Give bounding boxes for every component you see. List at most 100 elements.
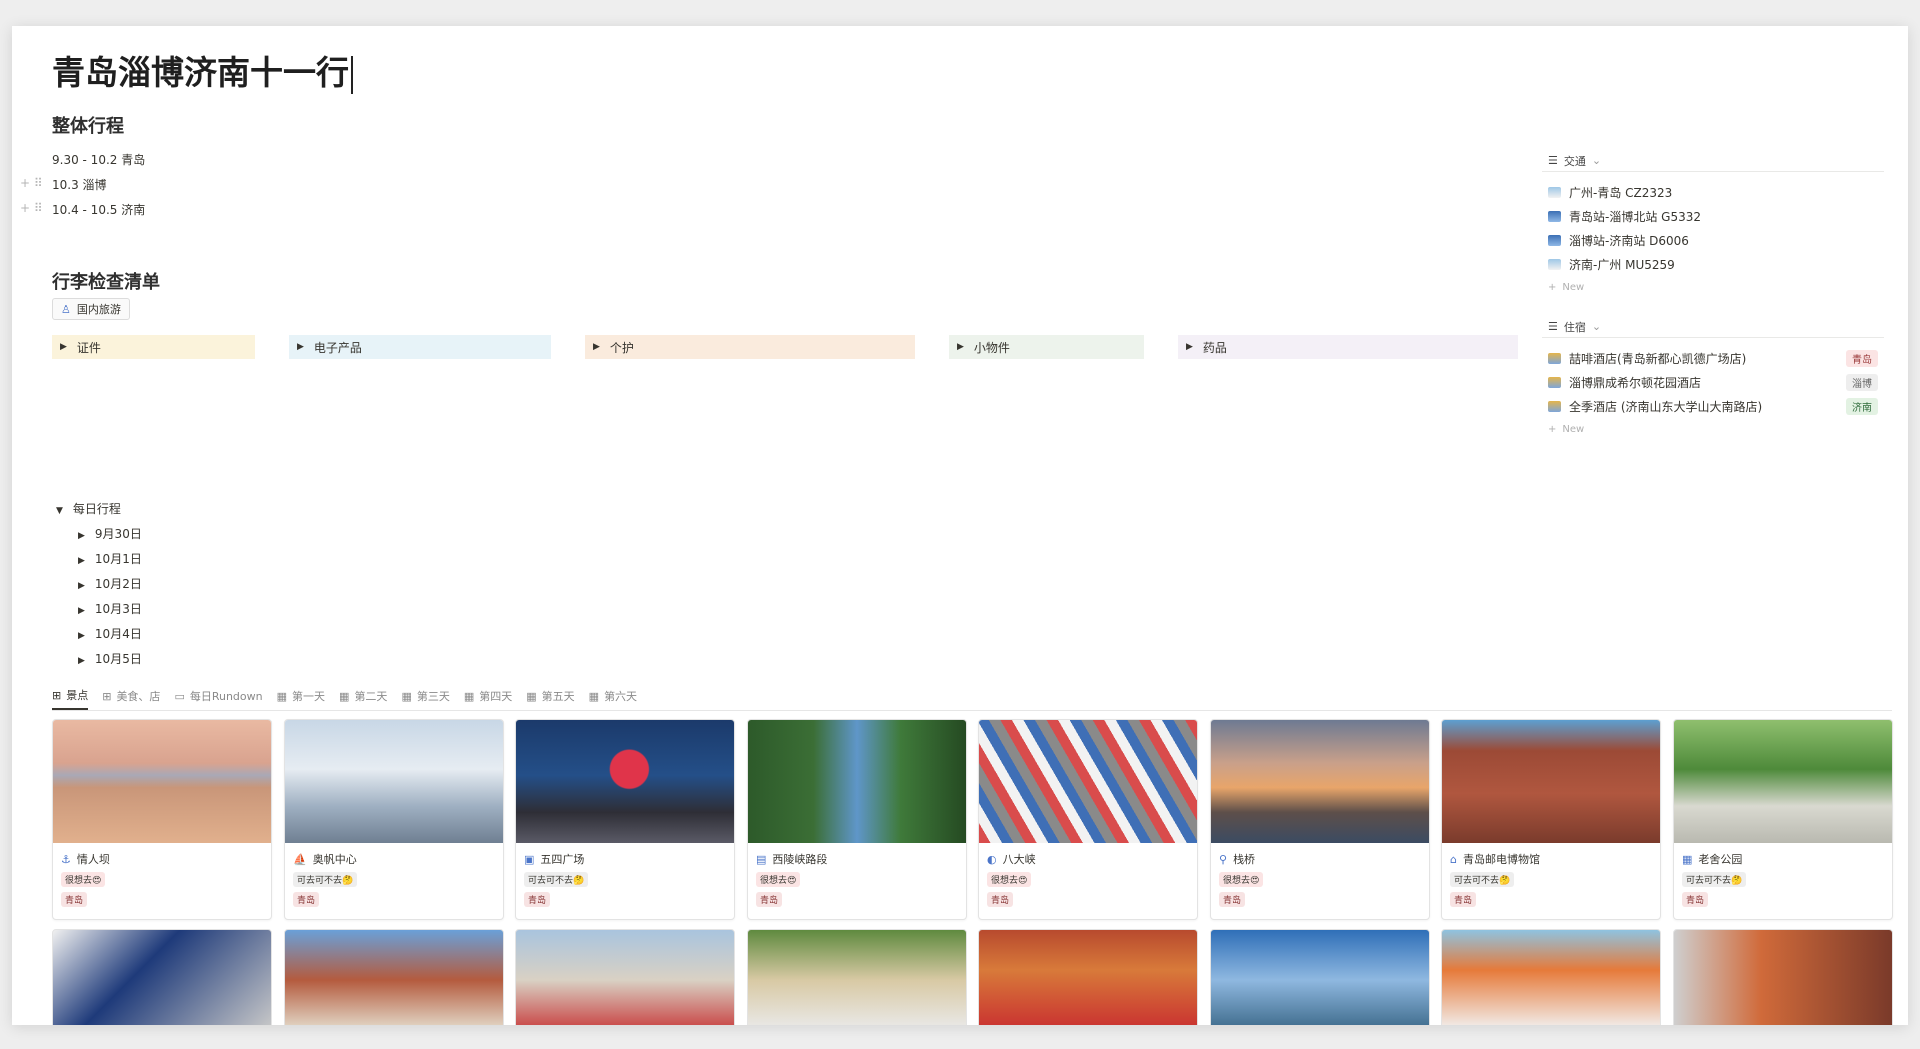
- plane-icon: [1548, 186, 1561, 198]
- gallery-card[interactable]: ⚲ 栈桥 很想去😍 青岛: [1210, 719, 1430, 920]
- gallery-card-image-next-row[interactable]: [515, 929, 735, 1025]
- daily-toggle[interactable]: ▼ 每日行程: [56, 500, 121, 517]
- toggle-documents[interactable]: ▶ 证件: [52, 335, 255, 359]
- toggle-electronics[interactable]: ▶ 电子产品: [289, 335, 551, 359]
- day-toggle[interactable]: ▶ 10月4日: [78, 625, 142, 642]
- toggle-arrow-icon[interactable]: ▶: [78, 581, 85, 591]
- card-title: ▣ 五四广场: [524, 852, 585, 867]
- gallery-card-image-next-row[interactable]: [978, 929, 1198, 1025]
- table-icon: ▦: [401, 689, 412, 703]
- card-title: ⌂ 青岛邮电博物馆: [1450, 852, 1540, 867]
- tab-day-1[interactable]: ▦ 第一天: [277, 682, 325, 710]
- hotel-icon: [1548, 376, 1561, 388]
- toggle-arrow-icon[interactable]: ▶: [78, 631, 85, 641]
- table-icon: ▦: [339, 689, 350, 703]
- toggle-arrow-icon[interactable]: ▶: [60, 342, 67, 352]
- bridge-icon: ⚲: [1219, 852, 1228, 866]
- train-icon: [1548, 234, 1561, 246]
- transport-view-header[interactable]: ☰ 交通 ⌄: [1542, 150, 1884, 172]
- table-icon: ▦: [526, 689, 537, 703]
- transport-item[interactable]: 广州-青岛 CZ2323: [1542, 180, 1884, 204]
- text-cursor: [351, 55, 353, 94]
- day-toggle[interactable]: ▶ 10月1日: [78, 550, 142, 567]
- transport-new-button[interactable]: + New: [1542, 276, 1884, 298]
- notion-page: 青岛淄博济南十一行 整体行程 9.30 - 10.2 青岛 + ⠿ 10.3 淄…: [12, 26, 1908, 1025]
- transport-item[interactable]: 济南-广州 MU5259: [1542, 252, 1884, 276]
- priority-tag: 可去可不去🤔: [1450, 872, 1515, 887]
- toggle-arrow-icon[interactable]: ▶: [297, 342, 304, 352]
- drag-handle-icon[interactable]: + ⠿: [20, 176, 43, 190]
- page-title[interactable]: 青岛淄博济南十一行: [52, 46, 353, 94]
- chevron-down-icon: ⌄: [1591, 320, 1602, 333]
- gallery-card[interactable]: ⌂ 青岛邮电博物馆 可去可不去🤔 青岛: [1441, 719, 1661, 920]
- toggle-open-arrow-icon[interactable]: ▼: [56, 506, 63, 516]
- tab-day-6[interactable]: ▦ 第六天: [589, 682, 637, 710]
- gallery-card[interactable]: ⛵ 奥帆中心 可去可不去🤔 青岛: [284, 719, 504, 920]
- lodging-item[interactable]: 喆啡酒店(青岛新都心凯德广场店) 青岛: [1542, 346, 1884, 370]
- priority-tag: 可去可不去🤔: [293, 872, 358, 887]
- tab-food-shops[interactable]: ⊞ 美食、店: [102, 682, 160, 710]
- packing-heading[interactable]: 行李检查清单: [52, 268, 160, 294]
- itinerary-heading[interactable]: 整体行程: [52, 112, 124, 138]
- gallery-card[interactable]: ◐ 八大峡 很想去😍 青岛: [978, 719, 1198, 920]
- gallery-card-image-next-row[interactable]: [284, 929, 504, 1025]
- tab-day-2[interactable]: ▦ 第二天: [339, 682, 387, 710]
- card-cover-image: [285, 720, 503, 843]
- city-tag: 青岛: [1219, 892, 1246, 907]
- toggle-arrow-icon[interactable]: ▶: [78, 656, 85, 666]
- tab-day-5[interactable]: ▦ 第五天: [526, 682, 574, 710]
- packing-tag[interactable]: ♙ 国内旅游: [52, 298, 130, 320]
- card-cover-image: [979, 720, 1197, 843]
- day-toggle[interactable]: ▶ 10月3日: [78, 600, 142, 617]
- city-tag: 青岛: [1682, 892, 1709, 907]
- toggle-small-items[interactable]: ▶ 小物件: [949, 335, 1144, 359]
- plus-icon: +: [1548, 423, 1557, 435]
- transport-item[interactable]: 淄博站-济南站 D6006: [1542, 228, 1884, 252]
- toggle-personal-care[interactable]: ▶ 个护: [585, 335, 915, 359]
- gallery-card-image-next-row[interactable]: [747, 929, 967, 1025]
- itinerary-item[interactable]: 9.30 - 10.2 青岛: [52, 151, 145, 168]
- day-toggle[interactable]: ▶ 10月2日: [78, 575, 142, 592]
- gallery-card[interactable]: ▤ 西陵峡路段 很想去😍 青岛: [747, 719, 967, 920]
- tab-day-3[interactable]: ▦ 第三天: [401, 682, 449, 710]
- toggle-arrow-icon[interactable]: ▶: [593, 342, 600, 352]
- lodging-view-header[interactable]: ☰ 住宿 ⌄: [1542, 316, 1884, 338]
- toggle-arrow-icon[interactable]: ▶: [78, 531, 85, 541]
- person-icon: ♙: [61, 302, 71, 316]
- lodging-item[interactable]: 淄博鼎成希尔顿花园酒店 淄博: [1542, 370, 1884, 394]
- gallery-card-image-next-row[interactable]: [1441, 929, 1661, 1025]
- gallery-card[interactable]: ▦ 老舍公园 可去可不去🤔 青岛: [1673, 719, 1893, 920]
- transport-item[interactable]: 青岛站-淄博北站 G5332: [1542, 204, 1884, 228]
- itinerary-item[interactable]: + ⠿ 10.4 - 10.5 济南: [20, 201, 145, 218]
- table-icon: ▦: [463, 689, 475, 703]
- drag-handle-icon[interactable]: + ⠿: [20, 201, 43, 215]
- tab-day-4[interactable]: ▦ 第四天: [464, 682, 512, 710]
- day-toggle[interactable]: ▶ 10月5日: [78, 650, 142, 667]
- gallery-card-image-next-row[interactable]: [52, 929, 272, 1025]
- tab-scenic-spots[interactable]: ⊞ 景点: [52, 682, 89, 710]
- toggle-arrow-icon[interactable]: ▶: [1186, 342, 1193, 352]
- itinerary-item[interactable]: + ⠿ 10.3 淄博: [20, 176, 107, 193]
- road-icon: ▤: [756, 852, 767, 866]
- list-icon: ☰: [1548, 154, 1558, 167]
- toggle-arrow-icon[interactable]: ▶: [78, 556, 85, 566]
- toggle-arrow-icon[interactable]: ▶: [957, 342, 964, 352]
- card-cover-image: [748, 720, 966, 843]
- gallery-card[interactable]: ⚓ 情人坝 很想去😍 青岛: [52, 719, 272, 920]
- day-toggle[interactable]: ▶ 9月30日: [78, 525, 142, 542]
- city-tag: 青岛: [524, 892, 551, 907]
- gallery-card-image-next-row[interactable]: [1673, 929, 1893, 1025]
- lodging-new-button[interactable]: + New: [1542, 418, 1884, 440]
- lodging-item[interactable]: 全季酒店 (济南山东大学山大南路店) 济南: [1542, 394, 1884, 418]
- hotel-icon: [1548, 352, 1561, 364]
- tab-daily-rundown[interactable]: ▭ 每日Rundown: [174, 682, 262, 710]
- gallery-card-image-next-row[interactable]: [1210, 929, 1430, 1025]
- gallery-card[interactable]: ▣ 五四广场 可去可不去🤔 青岛: [515, 719, 735, 920]
- database-view-tabs: ⊞ 景点 ⊞ 美食、店 ▭ 每日Rundown ▦ 第一天 ▦ 第二天 ▦ 第三天 ▦ 第四天…: [52, 682, 1892, 711]
- park-icon: ▦: [1682, 852, 1693, 866]
- gallery-icon: ⊞: [52, 688, 62, 702]
- museum-icon: ⌂: [1450, 852, 1457, 866]
- toggle-arrow-icon[interactable]: ▶: [78, 606, 85, 616]
- toggle-medicine[interactable]: ▶ 药品: [1178, 335, 1518, 359]
- card-title: ⚓ 情人坝: [61, 852, 110, 867]
